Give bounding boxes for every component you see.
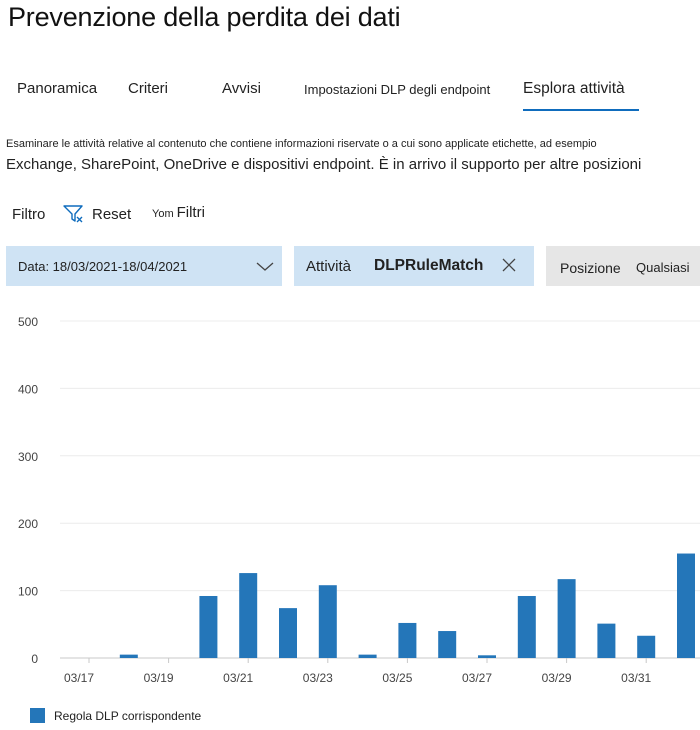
close-icon[interactable]: [500, 256, 518, 274]
tab-criteri[interactable]: Criteri: [128, 80, 168, 97]
activity-filter-value: DLPRuleMatch: [374, 257, 484, 274]
chevron-down-icon[interactable]: [254, 256, 276, 276]
activity-filter-chip[interactable]: Attività DLPRuleMatch: [294, 246, 534, 286]
activity-chart: 0 100 200 300 400 500 03/17 03/19 03/21 03/23 03/2…: [18, 315, 700, 685]
x-tick-label: 03/21: [223, 671, 253, 685]
bar[interactable]: [279, 608, 297, 658]
x-tick-label: 03/29: [542, 671, 572, 685]
bar[interactable]: [119, 654, 138, 658]
x-tick-label: 03/23: [303, 671, 333, 685]
tab-avvisi[interactable]: Avvisi: [222, 80, 261, 97]
tab-bar: Panoramica Criteri Avvisi Impostazioni D…: [0, 72, 700, 112]
legend-label: Regola DLP corrispondente: [54, 708, 202, 723]
filters-prefix: Yom: [152, 208, 174, 220]
activity-filter-label: Attività: [306, 258, 352, 275]
date-filter-chip[interactable]: Data: 18/03/2021-18/04/2021: [6, 246, 282, 286]
y-tick-label: 300: [18, 450, 38, 464]
description-line-1: Esaminare le attività relative al conten…: [6, 138, 597, 150]
bar[interactable]: [557, 579, 576, 658]
x-tick-label: 03/25: [382, 671, 412, 685]
tab-panoramica[interactable]: Panoramica: [17, 80, 97, 97]
active-tab-indicator: [523, 109, 639, 111]
x-tick-label: 03/31: [621, 671, 651, 685]
filter-clear-icon: [63, 205, 83, 223]
y-tick-label: 500: [18, 315, 38, 329]
bar[interactable]: [318, 585, 337, 658]
bar[interactable]: [478, 655, 496, 658]
bar[interactable]: [517, 595, 536, 658]
y-tick-label: 400: [18, 382, 38, 396]
bar[interactable]: [438, 631, 457, 658]
x-tick-label: 03/27: [462, 671, 492, 685]
location-filter-label: Posizione: [560, 260, 621, 276]
x-tick-label: 03/19: [144, 671, 174, 685]
filter-label: Filtro: [12, 206, 46, 223]
y-tick-label: 200: [18, 517, 38, 531]
bar[interactable]: [239, 573, 258, 658]
tab-impostazioni-dlp-endpoint[interactable]: Impostazioni DLP degli endpoint: [304, 82, 490, 97]
bar[interactable]: [199, 595, 218, 658]
bar[interactable]: [358, 654, 377, 658]
bar[interactable]: [677, 553, 695, 658]
bar[interactable]: [597, 623, 616, 658]
x-tick-label: 03/17: [64, 671, 94, 685]
bar[interactable]: [398, 622, 417, 658]
legend-swatch: [30, 708, 45, 723]
filter-bar: Filtro Reset Yom Filtri: [0, 200, 700, 228]
reset-button[interactable]: Reset: [62, 202, 131, 226]
location-filter-value: Qualsiasi: [636, 260, 690, 275]
reset-label: Reset: [92, 205, 132, 223]
tab-esplora-attivita[interactable]: Esplora attività: [523, 80, 625, 98]
location-filter-chip[interactable]: Posizione Qualsiasi: [546, 246, 700, 286]
y-tick-label: 100: [18, 585, 38, 599]
y-tick-label: 0: [31, 652, 38, 666]
filters-button[interactable]: Yom Filtri: [152, 204, 205, 221]
chart-legend: Regola DLP corrispondente: [30, 708, 201, 723]
bar[interactable]: [637, 635, 656, 658]
filters-label: Filtri: [176, 204, 205, 221]
page-title: Prevenzione della perdita dei dati: [8, 2, 401, 32]
date-filter-label: Data: 18/03/2021-18/04/2021: [18, 259, 188, 274]
description-line-2: Exchange, SharePoint, OneDrive e disposi…: [6, 156, 642, 173]
